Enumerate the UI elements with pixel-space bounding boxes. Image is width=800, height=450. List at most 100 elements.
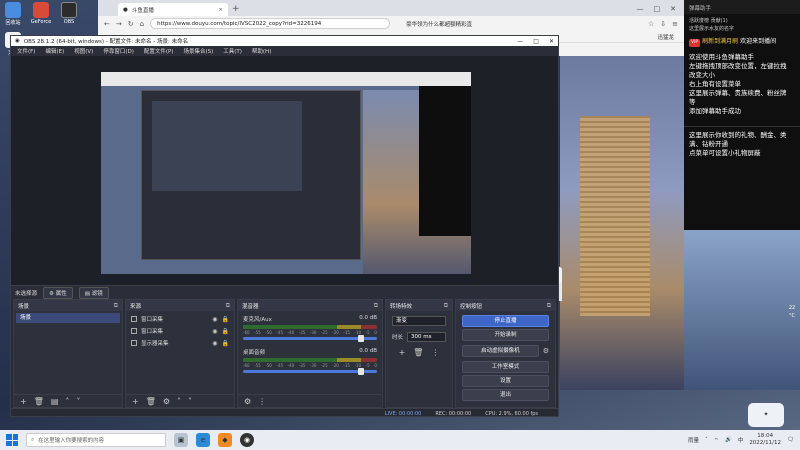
filters-button[interactable]: ▤ 滤镜 (78, 286, 109, 299)
duration-input[interactable]: 300 ms (407, 332, 446, 342)
add-icon[interactable]: + (20, 397, 27, 406)
more-icon[interactable]: ⋮ (258, 397, 266, 406)
floating-widget[interactable]: ✦ (748, 403, 784, 427)
popout-icon[interactable]: ⧉ (226, 302, 230, 310)
source-item[interactable]: 窗口采集 ◉ 🔒 (128, 313, 232, 325)
studio-mode-button[interactable]: 工作室模式 (462, 361, 549, 373)
bookmark-item[interactable]: 迅猛龙 (657, 33, 674, 41)
weather-widget[interactable]: 22 °C (784, 304, 800, 344)
more-icon[interactable]: ⋮ (431, 348, 439, 357)
move-up-icon[interactable]: ˄ (177, 397, 181, 406)
desktop-icon[interactable]: 回收站 (2, 2, 24, 26)
transition-select[interactable]: 渐变 (392, 316, 446, 326)
douyu-app-icon[interactable]: ◆ (218, 433, 232, 447)
windows-start-icon[interactable] (6, 434, 18, 446)
meter-tick: -25 (321, 330, 328, 335)
gear-icon[interactable]: ⚙ (163, 397, 170, 406)
source-item[interactable]: 窗口采集 ◉ 🔒 (128, 325, 232, 337)
menu-view[interactable]: 视图(V) (74, 47, 93, 55)
trash-icon[interactable]: 🗑 (34, 397, 44, 406)
meter-tick: -20 (332, 330, 339, 335)
taskbar-clock[interactable]: 18:04 2022/11/12 (749, 433, 781, 447)
source-item[interactable]: 显示器采集 ◉ 🔒 (128, 337, 232, 349)
desktop-icon[interactable]: GeForce (30, 2, 52, 26)
task-view-icon[interactable]: ▣ (174, 433, 188, 447)
edge-icon[interactable]: e (196, 433, 210, 447)
refresh-icon[interactable]: ↻ (128, 20, 134, 28)
volume-slider-handle[interactable] (357, 335, 364, 342)
maximize-icon[interactable]: □ (654, 5, 661, 13)
menu-tools[interactable]: 工具(T) (223, 47, 242, 55)
network-icon[interactable]: ⌔ (714, 437, 719, 444)
popout-icon[interactable]: ⧉ (444, 302, 448, 310)
minimize-icon[interactable]: — (517, 38, 523, 45)
volume-slider[interactable] (243, 335, 377, 342)
trash-icon[interactable]: 🗑 (146, 397, 156, 406)
start-recording-button[interactable]: 开始录制 (462, 329, 549, 341)
move-down-icon[interactable]: ˅ (76, 397, 80, 406)
settings-button[interactable]: 设置 (462, 375, 549, 387)
volume-icon[interactable]: 🔊 (725, 437, 732, 443)
menu-docks[interactable]: 停靠窗口(D) (103, 47, 134, 55)
stop-streaming-button[interactable]: 停止直播 (462, 315, 549, 327)
close-icon[interactable]: ✕ (670, 5, 676, 13)
address-bar[interactable]: https://www.douyu.com/topic/IVSC2022_cop… (150, 18, 391, 29)
lock-icon[interactable]: 🔒 (222, 328, 229, 335)
taskbar-search-input[interactable]: ⌕ 在这里输入你要搜索的内容 (26, 433, 166, 447)
maximize-icon[interactable]: □ (533, 38, 539, 45)
filter-icon[interactable]: ▤ (51, 397, 59, 406)
notification-icon[interactable]: 🗨 (787, 437, 794, 443)
add-icon[interactable]: + (399, 348, 406, 357)
menu-scene-collection[interactable]: 场景集合(S) (183, 47, 213, 55)
search-icon: ⌕ (31, 436, 35, 443)
volume-slider[interactable] (243, 368, 377, 375)
home-icon[interactable]: ⌂ (140, 20, 144, 28)
popout-icon[interactable]: ⧉ (547, 302, 551, 310)
desktop-icon[interactable]: OBS (58, 2, 80, 26)
move-down-icon[interactable]: ˅ (188, 397, 192, 406)
browser-tab[interactable]: ● 斗鱼直播 × (118, 3, 228, 16)
minimize-icon[interactable]: — (637, 5, 644, 13)
menu-help[interactable]: 帮助(H) (252, 47, 271, 55)
lock-icon[interactable]: 🔒 (222, 316, 229, 323)
forward-icon[interactable]: → (116, 20, 122, 28)
menu-edit[interactable]: 编辑(E) (45, 47, 64, 55)
download-icon[interactable]: ⇩ (660, 20, 666, 28)
menu-file[interactable]: 文件(F) (17, 47, 35, 55)
preview-canvas (101, 72, 471, 282)
chevron-up-icon[interactable]: ˄ (705, 437, 708, 443)
back-icon[interactable]: ← (104, 20, 110, 28)
gear-icon[interactable]: ⚙ (543, 347, 549, 355)
menu-icon[interactable]: ≡ (672, 20, 678, 28)
popout-icon[interactable]: ⧉ (374, 302, 378, 310)
extensions-icon[interactable]: ☆ (648, 20, 654, 28)
trash-icon[interactable]: 🗑 (413, 348, 423, 357)
gear-icon[interactable]: ⚙ (244, 397, 251, 406)
volume-slider-handle[interactable] (357, 368, 364, 375)
transition-duration-row: 时长 300 ms (388, 329, 450, 345)
obs-docks: 场景 ⧉ 场景 + 🗑 ▤ ˄ ˅ 来源 ⧉ 窗口采集 ◉ 🔒 窗口采集 ◉ 🔒 显示器采集… (11, 299, 558, 408)
popout-icon[interactable]: ⧉ (114, 302, 118, 310)
new-tab-icon[interactable]: + (232, 3, 240, 16)
controls-dock: 控制按钮 ⧉ 停止直播 开始录制 启动虚拟摄像机 ⚙ 工作室模式 设置 退出 (455, 299, 556, 408)
lock-icon[interactable]: 🔒 (222, 340, 229, 347)
input-method-icon[interactable]: 中 (738, 436, 744, 444)
add-icon[interactable]: + (132, 397, 139, 406)
close-tab-icon[interactable]: × (218, 7, 223, 13)
properties-button[interactable]: ⚙ 属性 (43, 286, 73, 299)
obs-taskbar-icon[interactable]: ◉ (240, 433, 254, 447)
meter-tick: -15 (343, 363, 350, 368)
start-virtual-camera-button[interactable]: 启动虚拟摄像机 (462, 345, 539, 357)
address-search-hint[interactable]: 豪华领为什么都超额精彩直 (406, 20, 472, 28)
weather-temp: 22 (788, 305, 796, 311)
scene-item[interactable]: 场景 (16, 313, 120, 323)
close-icon[interactable]: ✕ (549, 38, 554, 45)
exit-button[interactable]: 退出 (462, 389, 549, 401)
visibility-icon[interactable]: ◉ (212, 340, 217, 347)
visibility-icon[interactable]: ◉ (212, 316, 217, 323)
tray-weather-label[interactable]: 雨量 (688, 436, 699, 444)
visibility-icon[interactable]: ◉ (212, 328, 217, 335)
obs-preview[interactable] (11, 56, 558, 285)
move-up-icon[interactable]: ˄ (65, 397, 69, 406)
menu-profile[interactable]: 配置文件(P) (144, 47, 174, 55)
